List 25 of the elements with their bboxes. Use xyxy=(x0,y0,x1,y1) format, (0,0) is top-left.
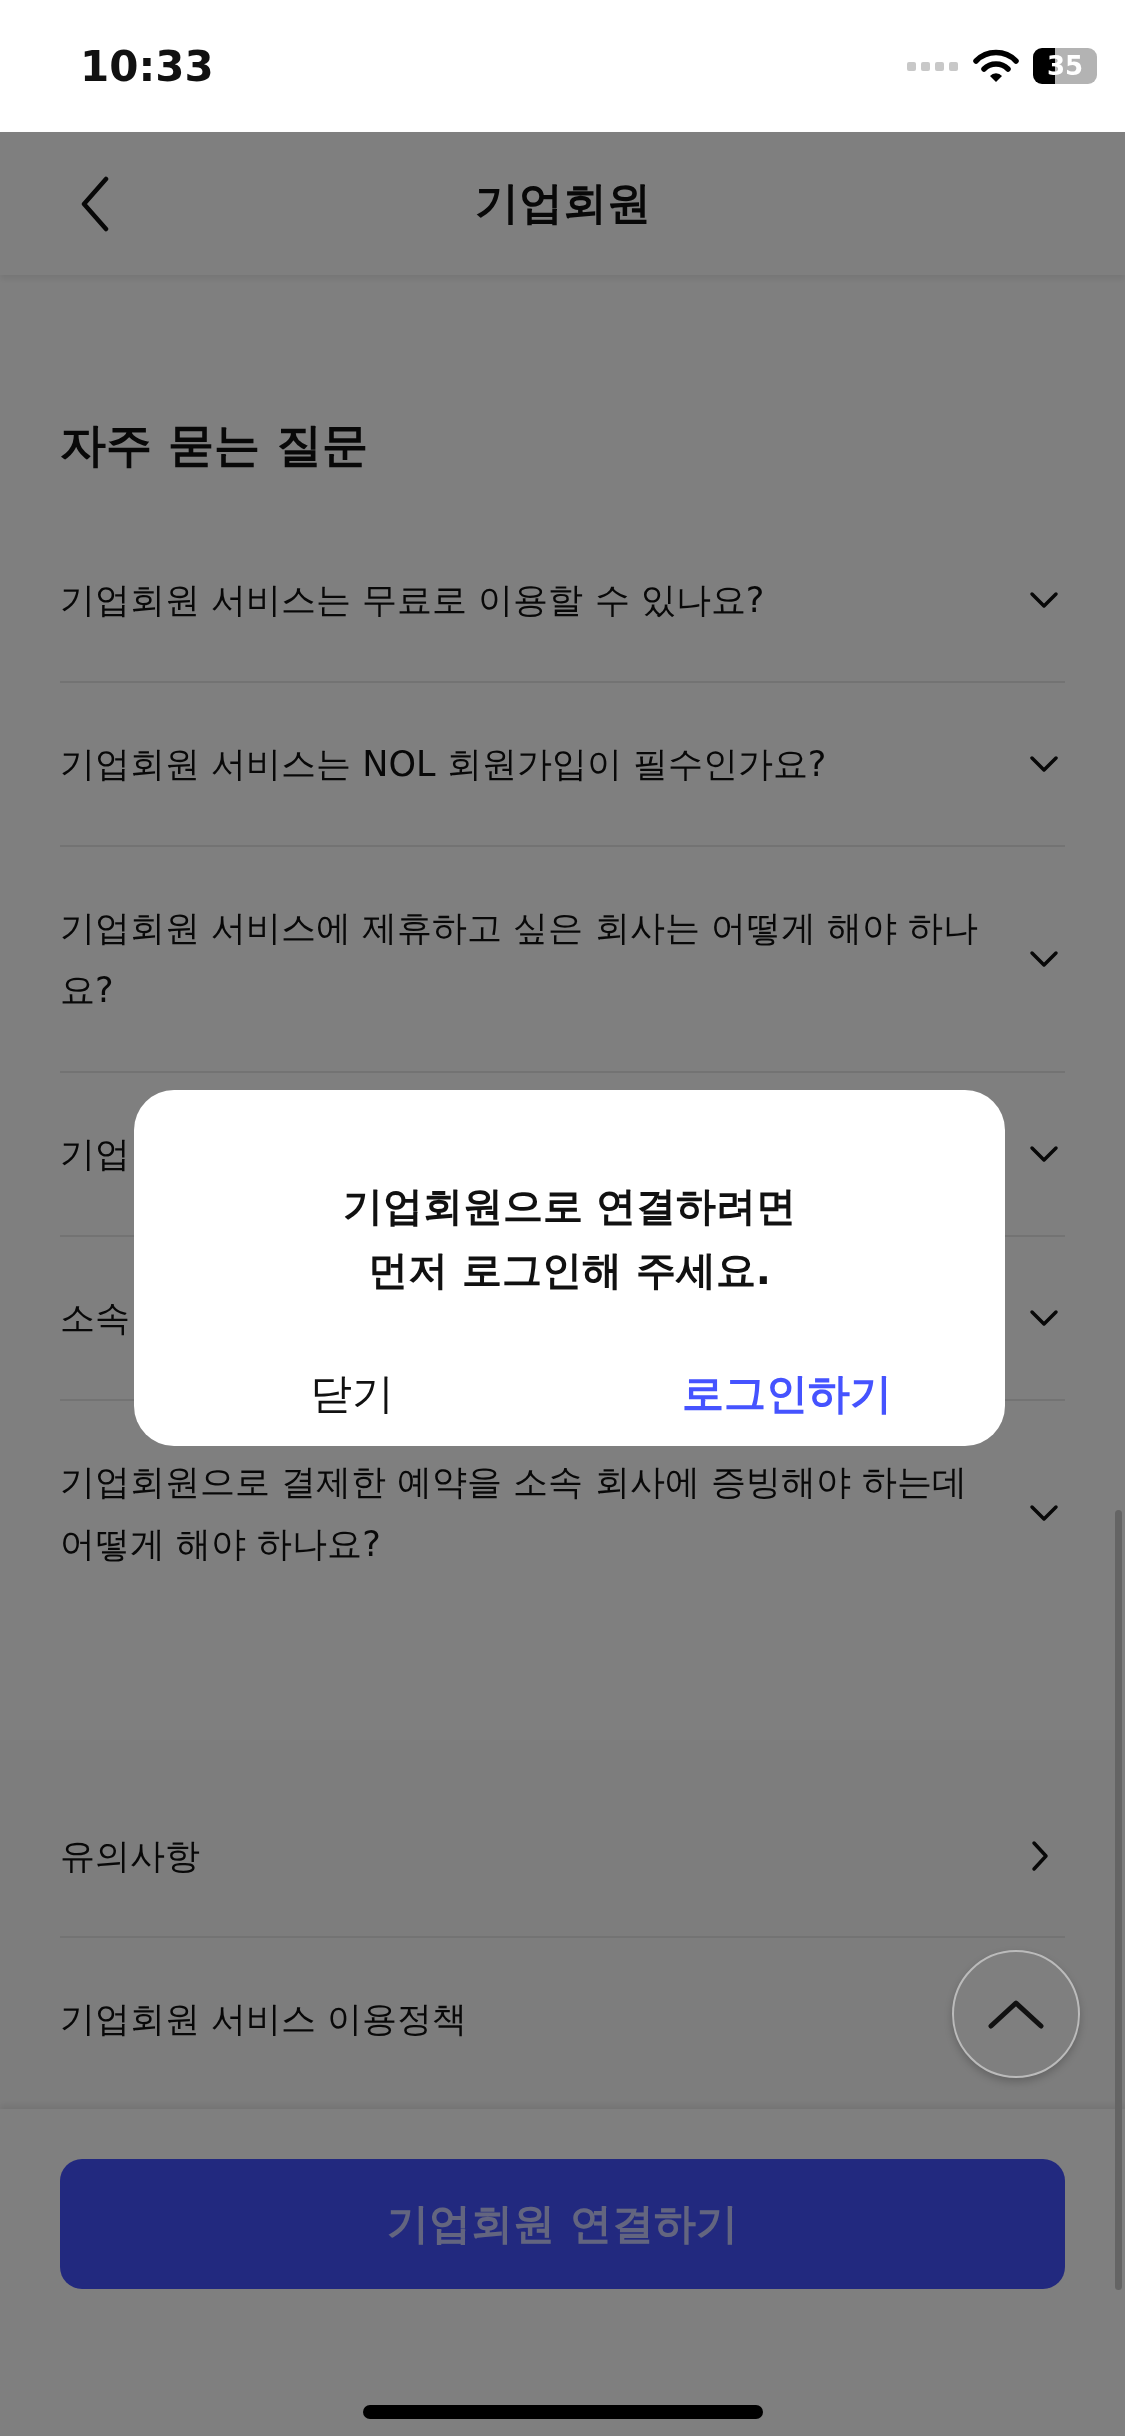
faq-question[interactable]: 기업회원 서비스에 제휴하고 싶은 회사는 어떻게 해야 하나요? xyxy=(60,897,1009,1021)
chevron-up-icon[interactable] xyxy=(986,1998,1046,2030)
faq-question[interactable]: 기업회원으로 결제한 예약을 소속 회사에 증빙해야 하는데 어떻게 해야 하나요? xyxy=(60,1451,1009,1575)
chevron-down-icon[interactable] xyxy=(1029,1145,1059,1163)
page-title: 기업회원 xyxy=(474,176,651,230)
chevron-down-icon[interactable] xyxy=(1029,1504,1059,1522)
chevron-down-icon[interactable] xyxy=(1029,950,1059,968)
back-icon[interactable] xyxy=(80,176,110,232)
section-title: 자주 묻는 질문 xyxy=(60,417,370,474)
close-button[interactable]: 닫기 xyxy=(134,1344,570,1444)
chevron-down-icon[interactable] xyxy=(1029,755,1059,773)
faq-question[interactable]: 기업회원 서비스는 NOL 회원가입이 필수인가요? xyxy=(60,733,827,795)
info-link[interactable]: 기업회원 서비스 이용정책 xyxy=(60,1988,468,2050)
chevron-down-icon[interactable] xyxy=(1029,1309,1059,1327)
faq-question[interactable]: 기업 xyxy=(60,1123,130,1185)
signal-icon xyxy=(907,60,959,72)
wifi-icon xyxy=(973,49,1019,83)
dialog-message: 기업회원으로 연결하려면 먼저 로그인해 주세요. xyxy=(342,1182,797,1295)
status-time: 10:33 xyxy=(80,41,214,91)
faq-question[interactable]: 소속 xyxy=(60,1287,130,1349)
login-button[interactable]: 로그인하기 xyxy=(569,1344,1005,1444)
chevron-down-icon[interactable] xyxy=(1029,591,1059,609)
faq-question[interactable]: 기업회원 서비스는 무료로 이용할 수 있나요? xyxy=(60,569,765,631)
chevron-right-icon[interactable] xyxy=(1031,1840,1049,1872)
info-link[interactable]: 유의사항 xyxy=(60,1825,200,1887)
